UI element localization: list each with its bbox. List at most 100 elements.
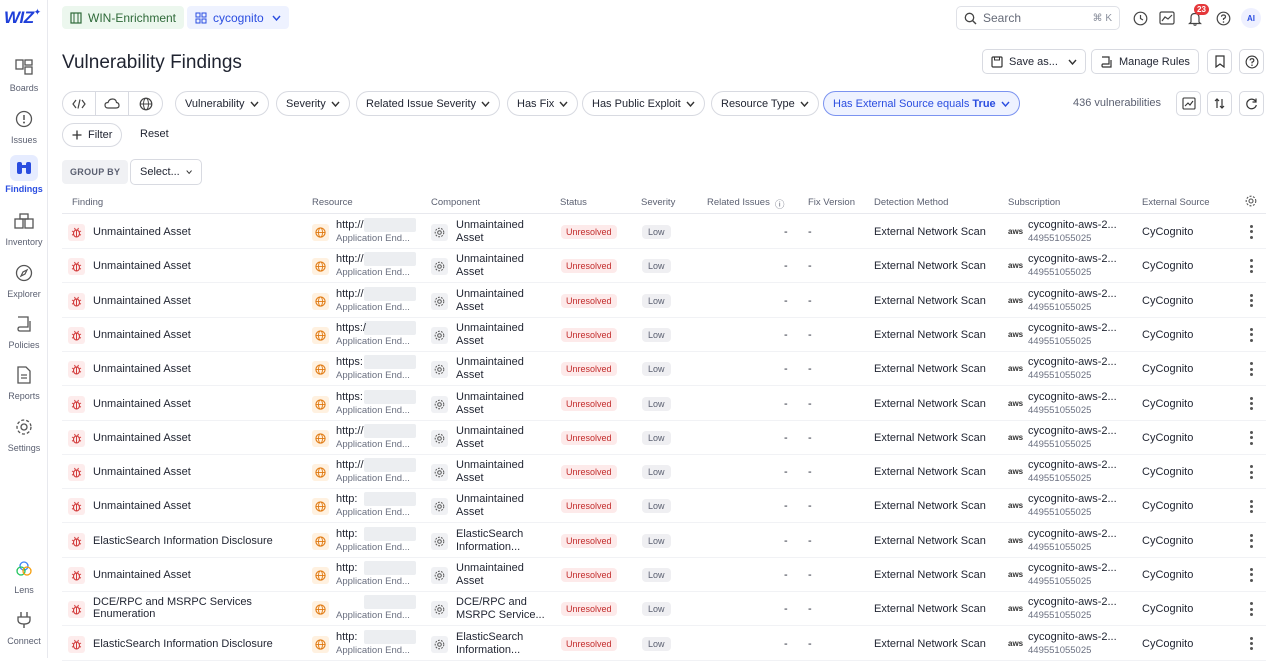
- column-header[interactable]: Detection Method: [874, 197, 948, 208]
- notifications-bell-icon[interactable]: 23: [1186, 4, 1209, 27]
- filter-related-issue-severity[interactable]: Related Issue Severity: [356, 91, 501, 116]
- subscription-name[interactable]: cycognito-aws-2...: [1028, 253, 1117, 265]
- resource-url[interactable]: http:: [336, 631, 357, 643]
- component-name[interactable]: DCE/RPC and: [456, 596, 527, 608]
- component-name[interactable]: Unmaintained: [456, 288, 524, 300]
- column-header[interactable]: Related Issues: [707, 197, 770, 208]
- filter-has-fix[interactable]: Has Fix: [507, 91, 579, 116]
- finding-name[interactable]: ElasticSearch Information Disclosure: [93, 535, 273, 547]
- subscription-name[interactable]: cycognito-aws-2...: [1028, 356, 1117, 368]
- resource-url[interactable]: http://: [336, 219, 364, 231]
- finding-name[interactable]: Unmaintained Asset: [93, 226, 191, 238]
- column-header[interactable]: External Source: [1142, 197, 1210, 208]
- help-button[interactable]: [1239, 49, 1264, 74]
- subscription-name[interactable]: cycognito-aws-2...: [1028, 596, 1117, 608]
- finding-name[interactable]: Unmaintained Asset: [93, 295, 191, 307]
- filter-vulnerability[interactable]: Vulnerability: [175, 91, 269, 116]
- component-name[interactable]: Unmaintained: [456, 253, 524, 265]
- row-actions-menu-icon[interactable]: [1248, 601, 1254, 617]
- finding-name[interactable]: Unmaintained Asset: [93, 329, 191, 341]
- row-actions-menu-icon[interactable]: [1248, 498, 1254, 514]
- add-filter-button[interactable]: Filter: [62, 123, 123, 147]
- table-row[interactable]: Unmaintained Asset http:// Application E…: [62, 455, 1266, 490]
- column-header[interactable]: Component: [431, 197, 480, 208]
- chart-toggle-button[interactable]: [1176, 91, 1201, 116]
- finding-name[interactable]: Unmaintained Asset: [93, 466, 191, 478]
- row-actions-menu-icon[interactable]: [1248, 396, 1254, 412]
- wiz-logo[interactable]: WIZ✦: [4, 7, 41, 28]
- resource-url[interactable]: http:: [336, 493, 357, 505]
- sidebar-item-findings[interactable]: Findings: [0, 155, 48, 201]
- filter-resource-type[interactable]: Resource Type: [711, 91, 819, 116]
- sidebar-item-inventory[interactable]: Inventory: [0, 208, 48, 254]
- table-row[interactable]: Unmaintained Asset https: Application En…: [62, 387, 1266, 421]
- column-header[interactable]: Severity: [641, 197, 675, 208]
- component-name[interactable]: Unmaintained: [456, 322, 524, 334]
- table-row[interactable]: Unmaintained Asset http:// Application E…: [62, 284, 1266, 318]
- component-name[interactable]: Unmaintained: [456, 493, 524, 505]
- resource-url[interactable]: http://: [336, 253, 364, 265]
- row-actions-menu-icon[interactable]: [1248, 327, 1254, 343]
- resource-url[interactable]: http:: [336, 562, 357, 574]
- resource-url[interactable]: https:: [336, 391, 363, 403]
- component-name[interactable]: ElasticSearch: [456, 631, 523, 643]
- subscription-name[interactable]: cycognito-aws-2...: [1028, 391, 1117, 403]
- column-header[interactable]: Finding: [72, 197, 103, 208]
- filter-has-external-source[interactable]: Has External Source equals True: [823, 91, 1020, 116]
- subscription-name[interactable]: cycognito-aws-2...: [1028, 528, 1117, 540]
- subscription-name[interactable]: cycognito-aws-2...: [1028, 288, 1117, 300]
- column-header[interactable]: Status: [560, 197, 587, 208]
- finding-name[interactable]: Unmaintained Asset: [93, 569, 191, 581]
- component-name[interactable]: Unmaintained: [456, 425, 524, 437]
- component-name[interactable]: Unmaintained: [456, 459, 524, 471]
- sidebar-item-explorer[interactable]: Explorer: [0, 260, 48, 306]
- project-selector[interactable]: cycognito: [187, 6, 289, 29]
- user-avatar[interactable]: AI: [1241, 8, 1261, 28]
- subscription-name[interactable]: cycognito-aws-2...: [1028, 631, 1117, 643]
- resource-url[interactable]: https:/: [336, 322, 366, 334]
- table-row[interactable]: Unmaintained Asset http: Application End…: [62, 489, 1266, 524]
- finding-name[interactable]: DCE/RPC and MSRPC Services: [93, 596, 252, 608]
- sidebar-item-policies[interactable]: Policies: [0, 311, 48, 357]
- column-header[interactable]: Resource: [312, 197, 353, 208]
- filter-has-public-exploit[interactable]: Has Public Exploit: [582, 91, 705, 116]
- sidebar-item-settings[interactable]: Settings: [0, 414, 48, 460]
- group-by-select[interactable]: Select...: [130, 159, 202, 185]
- row-actions-menu-icon[interactable]: [1248, 258, 1254, 274]
- subscription-name[interactable]: cycognito-aws-2...: [1028, 322, 1117, 334]
- row-actions-menu-icon[interactable]: [1248, 293, 1254, 309]
- sidebar-item-connect[interactable]: Connect: [0, 607, 48, 653]
- subscription-name[interactable]: cycognito-aws-2...: [1028, 219, 1117, 231]
- table-row[interactable]: Unmaintained Asset http:// Application E…: [62, 249, 1266, 284]
- table-row[interactable]: ElasticSearch Information Disclosure htt…: [62, 627, 1266, 661]
- finding-name[interactable]: Unmaintained Asset: [93, 260, 191, 272]
- table-row[interactable]: ElasticSearch Information Disclosure htt…: [62, 524, 1266, 558]
- manage-rules-button[interactable]: Manage Rules: [1091, 49, 1199, 74]
- bookmark-button[interactable]: [1207, 49, 1232, 74]
- finding-name[interactable]: ElasticSearch Information Disclosure: [93, 638, 273, 650]
- subscription-name[interactable]: cycognito-aws-2...: [1028, 459, 1117, 471]
- finding-name[interactable]: Unmaintained Asset: [93, 500, 191, 512]
- global-search-input[interactable]: Search ⌘ K: [956, 6, 1120, 30]
- row-actions-menu-icon[interactable]: [1248, 464, 1254, 480]
- refresh-button[interactable]: [1239, 91, 1264, 116]
- globe-view-icon[interactable]: [129, 92, 162, 115]
- component-name[interactable]: Unmaintained: [456, 391, 524, 403]
- save-as-button[interactable]: Save as...: [982, 49, 1086, 74]
- subscription-name[interactable]: cycognito-aws-2...: [1028, 562, 1117, 574]
- resource-url[interactable]: http:: [336, 528, 357, 540]
- resource-url[interactable]: https:: [336, 356, 363, 368]
- subscription-name[interactable]: cycognito-aws-2...: [1028, 493, 1117, 505]
- table-row[interactable]: Unmaintained Asset http:// Application E…: [62, 421, 1266, 455]
- finding-name[interactable]: Unmaintained Asset: [93, 363, 191, 375]
- code-view-icon[interactable]: [63, 92, 96, 115]
- sidebar-item-boards[interactable]: Boards: [0, 54, 48, 100]
- component-name[interactable]: Unmaintained: [456, 562, 524, 574]
- row-actions-menu-icon[interactable]: [1248, 361, 1254, 377]
- filter-severity[interactable]: Severity: [276, 91, 350, 116]
- column-settings-icon[interactable]: [1245, 195, 1257, 210]
- activity-icon[interactable]: [1158, 9, 1176, 27]
- row-actions-menu-icon[interactable]: [1248, 567, 1254, 583]
- component-name[interactable]: ElasticSearch: [456, 528, 523, 540]
- reset-button[interactable]: Reset: [140, 128, 169, 140]
